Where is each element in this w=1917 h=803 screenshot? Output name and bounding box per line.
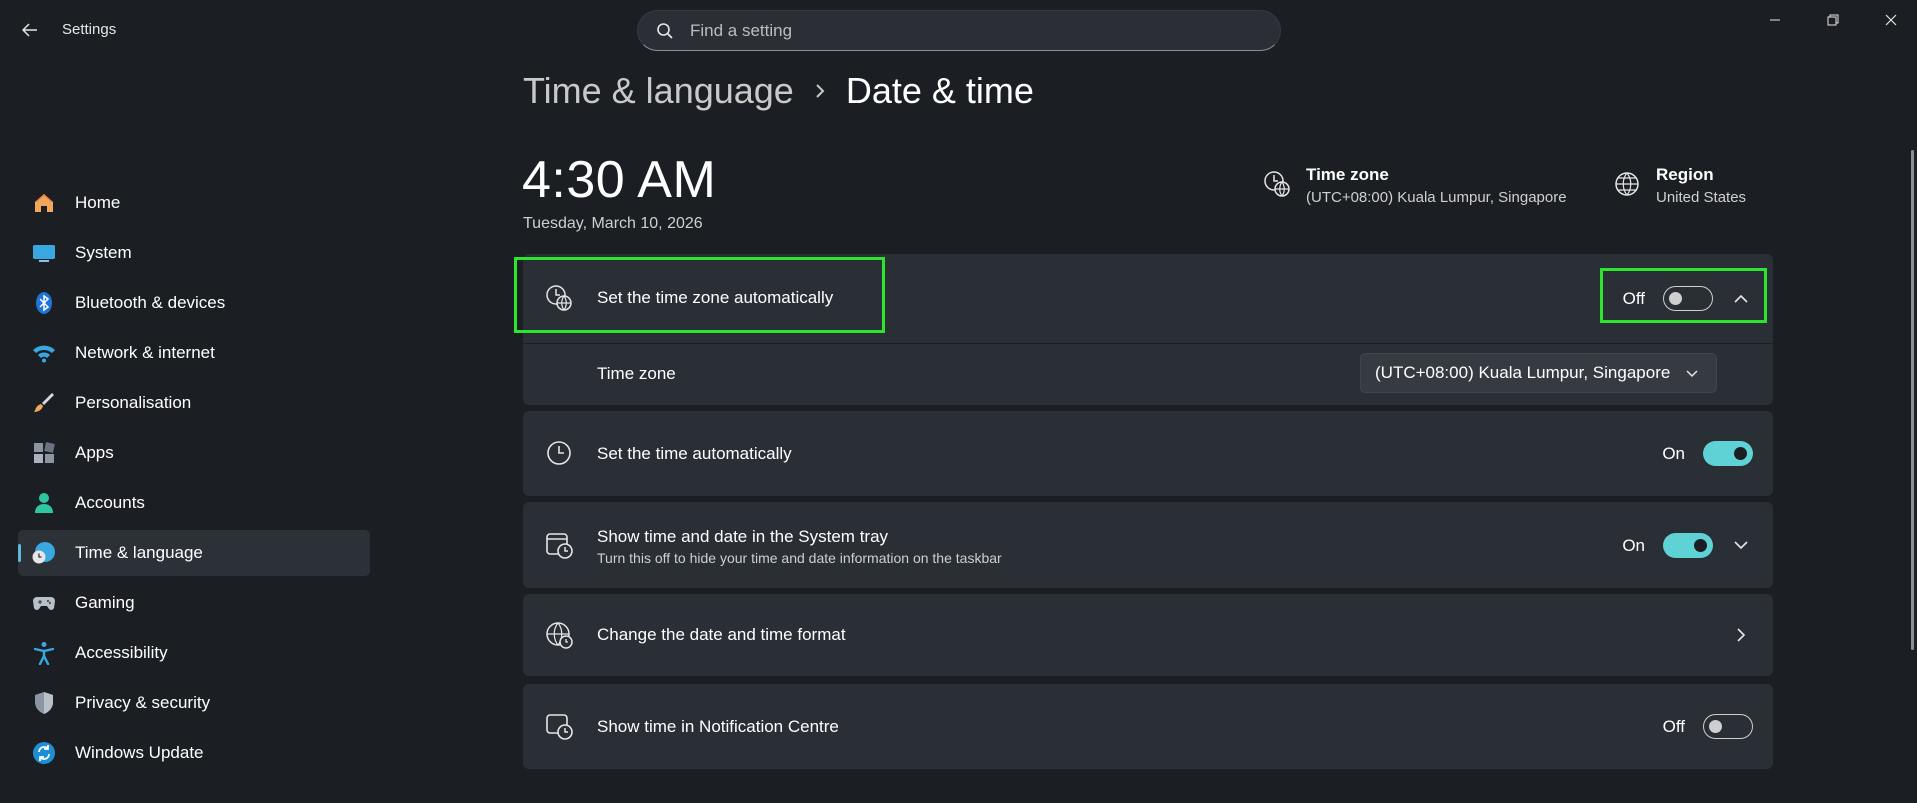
notification-centre-title: Show time in Notification Centre <box>597 717 839 736</box>
breadcrumb: Time & language Date & time <box>523 70 1034 112</box>
gamepad-icon <box>32 591 56 615</box>
accessibility-icon <box>32 641 56 665</box>
sidebar-item-accessibility[interactable]: Accessibility <box>18 630 370 676</box>
sidebar-item-personalisation[interactable]: Personalisation <box>18 380 370 426</box>
search-input[interactable] <box>690 20 1250 41</box>
notification-centre-card: Show time in Notification Centre Off <box>523 684 1773 769</box>
sidebar-item-bluetooth[interactable]: Bluetooth & devices <box>18 280 370 326</box>
timezone-summary-value: (UTC+08:00) Kuala Lumpur, Singapore <box>1306 189 1567 206</box>
system-tray-toggle[interactable] <box>1663 533 1713 558</box>
chevron-right-icon <box>810 81 830 101</box>
timezone-dropdown[interactable]: (UTC+08:00) Kuala Lumpur, Singapore <box>1360 353 1717 393</box>
sidebar-item-label: Apps <box>75 443 114 462</box>
minimize-icon <box>1770 19 1780 21</box>
chevron-down-icon[interactable] <box>1729 534 1753 558</box>
auto-time-toggle[interactable] <box>1703 441 1753 466</box>
notification-clock-icon <box>545 712 573 740</box>
chevron-down-icon <box>1682 364 1702 384</box>
sidebar-item-network[interactable]: Network & internet <box>18 330 370 376</box>
sidebar-item-label: Home <box>75 193 121 212</box>
date-format-title: Change the date and time format <box>597 625 846 644</box>
auto-timezone-toggle[interactable] <box>1663 286 1713 311</box>
format-globe-icon <box>545 621 573 649</box>
brush-icon <box>32 391 56 415</box>
timezone-row: Time zone (UTC+08:00) Kuala Lumpur, Sing… <box>523 344 1773 405</box>
restore-button[interactable] <box>1810 8 1856 32</box>
chevron-up-icon[interactable] <box>1729 287 1753 311</box>
sidebar-item-label: Network & internet <box>75 343 215 362</box>
sidebar-item-gaming[interactable]: Gaming <box>18 580 370 626</box>
current-time: 4:30 AM <box>522 151 717 209</box>
sidebar-item-time-language[interactable]: Time & language <box>18 530 370 576</box>
scrollbar[interactable] <box>1911 150 1914 650</box>
sidebar-item-label: Time & language <box>75 543 203 562</box>
notification-centre-toggle[interactable] <box>1703 714 1753 739</box>
search-icon <box>654 20 676 42</box>
region-summary-title: Region <box>1656 165 1714 184</box>
back-arrow-icon <box>22 23 37 37</box>
sidebar-item-privacy[interactable]: Privacy & security <box>18 680 370 726</box>
timezone-summary-title: Time zone <box>1306 165 1389 184</box>
sidebar-item-label: Bluetooth & devices <box>75 293 226 312</box>
sidebar-item-label: Accessibility <box>75 643 168 662</box>
sidebar-item-label: Privacy & security <box>75 693 211 712</box>
calendar-clock-icon <box>545 531 573 559</box>
sidebar-item-label: Personalisation <box>75 393 192 412</box>
current-date: Tuesday, March 10, 2026 <box>523 215 703 232</box>
auto-time-card: Set the time automatically On <box>523 411 1773 496</box>
system-tray-card[interactable]: Show time and date in the System tray Tu… <box>523 502 1773 588</box>
time-language-icon <box>32 541 56 565</box>
bluetooth-icon <box>32 291 56 315</box>
sidebar-item-label: System <box>75 243 132 262</box>
auto-time-title: Set the time automatically <box>597 444 792 463</box>
system-tray-title: Show time and date in the System tray <box>597 527 889 546</box>
timezone-globe-icon <box>1262 169 1292 199</box>
timezone-dropdown-value: (UTC+08:00) Kuala Lumpur, Singapore <box>1375 363 1671 382</box>
sidebar-item-apps[interactable]: Apps <box>18 430 370 476</box>
auto-timezone-card[interactable]: Set the time zone automatically Off <box>523 254 1773 343</box>
restore-icon <box>1827 14 1839 26</box>
timezone-summary: Time zone (UTC+08:00) Kuala Lumpur, Sing… <box>1262 165 1567 206</box>
auto-timezone-title: Set the time zone automatically <box>597 288 834 307</box>
account-icon <box>32 491 56 515</box>
search-box[interactable] <box>637 10 1281 51</box>
region-summary-value: United States <box>1656 189 1747 206</box>
auto-timezone-state: Off <box>1622 288 1645 308</box>
date-format-card[interactable]: Change the date and time format <box>523 594 1773 676</box>
chevron-right-icon[interactable] <box>1729 623 1753 647</box>
shield-icon <box>32 691 56 715</box>
sidebar-item-system[interactable]: System <box>18 230 370 276</box>
minimize-button[interactable] <box>1752 8 1798 32</box>
wifi-icon <box>32 341 56 365</box>
clock-icon <box>545 439 573 467</box>
app-title: Settings <box>62 21 117 38</box>
page-title: Date & time <box>845 70 1034 111</box>
sidebar-item-home[interactable]: Home <box>18 180 370 226</box>
close-button[interactable] <box>1868 8 1914 32</box>
system-tray-state: On <box>1622 535 1645 555</box>
update-icon <box>32 741 56 765</box>
globe-icon <box>1612 169 1642 199</box>
close-icon <box>1885 14 1897 26</box>
sidebar-item-windows-update[interactable]: Windows Update <box>18 730 370 776</box>
sidebar-item-label: Accounts <box>75 493 145 512</box>
sidebar-item-accounts[interactable]: Accounts <box>18 480 370 526</box>
timezone-row-title: Time zone <box>597 364 676 383</box>
auto-time-state: On <box>1662 443 1685 463</box>
system-tray-subtitle: Turn this off to hide your time and date… <box>597 550 1002 566</box>
region-summary: Region United States <box>1612 165 1746 206</box>
title-bar: Settings <box>0 0 1917 60</box>
sidebar-item-label: Windows Update <box>75 743 204 762</box>
sidebar-item-label: Gaming <box>75 593 135 612</box>
breadcrumb-parent[interactable]: Time & language <box>523 70 794 112</box>
home-icon <box>32 191 56 215</box>
apps-icon <box>32 441 56 465</box>
sidebar: Home System Bluetooth & devices Network … <box>18 180 370 780</box>
notification-centre-state: Off <box>1662 716 1685 736</box>
system-icon <box>32 241 56 265</box>
timezone-globe-icon <box>545 284 573 312</box>
back-button[interactable] <box>18 18 42 42</box>
